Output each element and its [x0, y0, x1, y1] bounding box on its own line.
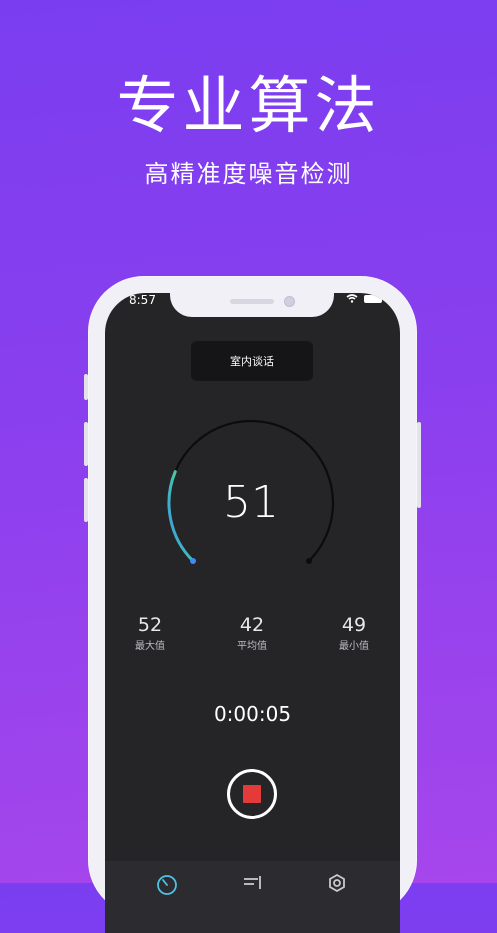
stat-average-value: 42 — [239, 614, 265, 636]
phone-notch — [170, 293, 334, 317]
phone-volume-down — [84, 478, 88, 522]
stat-max-label: 最大值 — [135, 641, 165, 652]
phone-volume-up — [84, 422, 88, 466]
banner-title: 专业算法 — [116, 69, 381, 142]
tab-settings-icon[interactable] — [325, 871, 349, 895]
speaker-grille — [230, 299, 274, 304]
tab-records-list-icon[interactable] — [240, 871, 264, 895]
wifi-icon — [346, 294, 358, 303]
stat-min: 49 最小值 — [309, 613, 399, 655]
stat-max: 52 最大值 — [105, 613, 195, 655]
stat-max-value: 52 — [137, 614, 163, 636]
status-time: 8:57 — [129, 293, 156, 307]
elapsed-timer: 0:00:05 — [213, 702, 292, 726]
stop-icon — [243, 785, 261, 803]
app-screen: 8:57 室内谈话 51 52 最大值 42 平均值 49 最小值 0:00:0… — [105, 293, 400, 933]
banner-subtitle: 高精准度噪音检测 — [144, 160, 353, 188]
phone-power-button — [417, 422, 421, 508]
scene-mode-label: 室内谈话 — [230, 355, 274, 368]
battery-icon — [364, 294, 382, 303]
phone-frame: 8:57 室内谈话 51 52 最大值 42 平均值 49 最小值 0:00:0… — [84, 276, 421, 933]
gauge-start-dot — [190, 557, 197, 564]
gauge-end-dot — [305, 557, 312, 564]
phone-mute-switch — [84, 374, 88, 400]
stop-record-button[interactable] — [227, 769, 277, 819]
stat-min-value: 49 — [341, 614, 367, 636]
decibel-reading: 51 — [223, 477, 279, 528]
stat-average-label: 平均值 — [237, 641, 267, 652]
stat-average: 42 平均值 — [207, 613, 297, 655]
status-indicators — [346, 294, 382, 303]
tab-meter-gauge-icon[interactable] — [155, 871, 179, 895]
scene-mode-button[interactable]: 室内谈话 — [191, 341, 313, 381]
stat-min-label: 最小值 — [339, 641, 369, 652]
front-camera — [284, 296, 295, 307]
tab-bar — [105, 861, 400, 933]
